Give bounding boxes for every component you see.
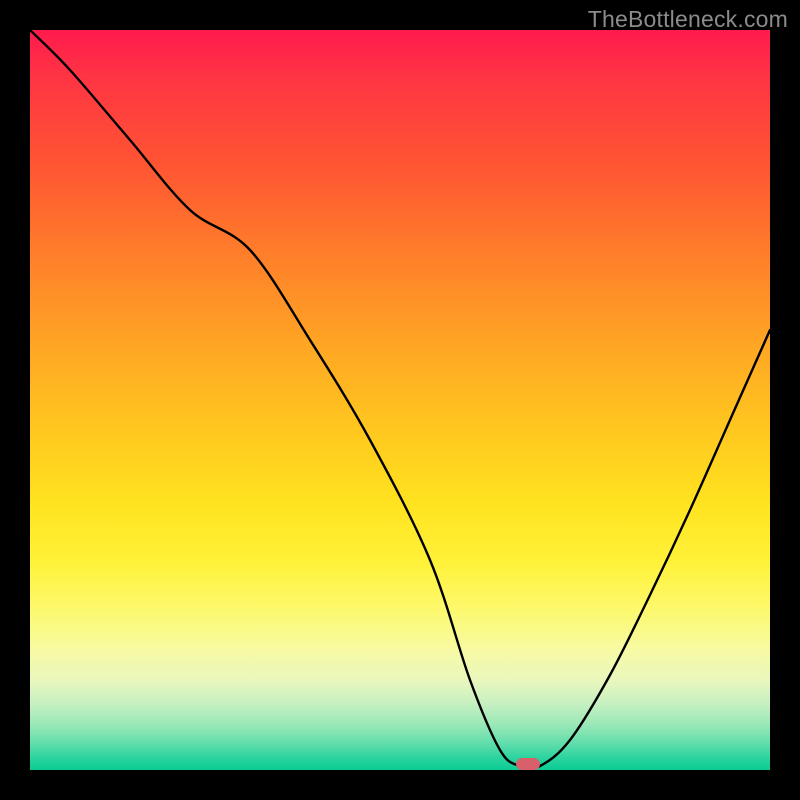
optimal-point-marker [516, 758, 540, 770]
chart-frame: TheBottleneck.com [0, 0, 800, 800]
plot-gradient-background [30, 30, 770, 770]
watermark-text: TheBottleneck.com [588, 6, 788, 33]
